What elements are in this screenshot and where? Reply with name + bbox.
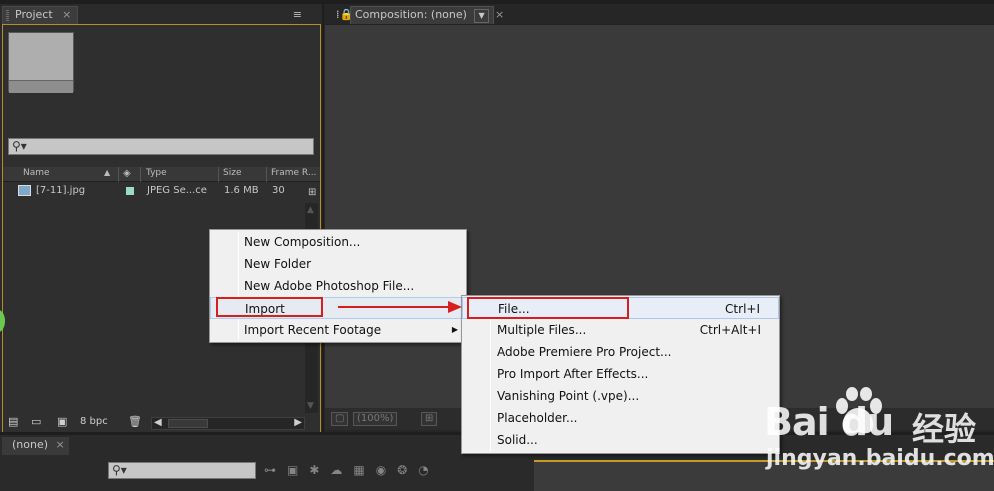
menu-item-import-recent-footage[interactable]: Import Recent Footage ▶ [210, 319, 466, 341]
timeline-tab-label: (none) [12, 438, 49, 451]
shy-icon[interactable]: ☁ [330, 463, 353, 477]
project-bottom-bar: ▤ ▭ ▣ 8 bpc 🗑 ◀ ▶ [3, 414, 320, 432]
project-search-input[interactable]: ⚲▾ [8, 138, 314, 155]
project-tab-label: Project [15, 8, 53, 21]
scroll-up-icon[interactable]: ▲ [307, 205, 314, 215]
menu-item-label: Solid... [497, 433, 538, 447]
frame-blending-icon[interactable]: ▦ [353, 463, 375, 477]
scroll-down-icon[interactable]: ▼ [307, 401, 314, 411]
new-folder-icon[interactable]: ▭ [31, 415, 41, 428]
timeline-switches: ⊶▣✱☁▦◉❂◔ [264, 463, 440, 477]
chevron-down-icon[interactable]: ▼ [474, 9, 489, 23]
composition-mini-flowchart-icon[interactable]: ⊶ [264, 463, 287, 477]
image-file-icon [18, 185, 31, 196]
graph-editor-icon[interactable]: ◔ [418, 463, 439, 477]
file-frame-rate: 30 [272, 185, 285, 196]
file-type: JPEG Se...ce [147, 185, 207, 196]
menu-item-label: New Folder [244, 257, 312, 271]
sort-icon[interactable]: ▲ [104, 168, 110, 177]
menu-item-solid[interactable]: Solid... [462, 429, 779, 451]
column-frame-rate[interactable]: Frame R... [271, 168, 316, 178]
label-tag-icon[interactable]: ◈ [123, 168, 131, 179]
menu-item-vanishing-point[interactable]: Vanishing Point (.vpe)... [462, 385, 779, 407]
scroll-left-icon[interactable]: ◀ [154, 417, 162, 428]
close-icon[interactable]: × [62, 8, 71, 21]
project-column-header: Name ▲ ◈ Type Size Frame R... [3, 167, 320, 182]
panel-menu-icon[interactable]: ≡ [293, 8, 302, 21]
zoom-select[interactable]: (100%) [353, 412, 398, 426]
footage-thumbnail [8, 32, 74, 93]
menu-item-new-photoshop-file[interactable]: New Adobe Photoshop File... [210, 275, 466, 297]
search-icon: ⚲▾ [12, 139, 27, 153]
motion-blur-icon[interactable]: ◉ [376, 463, 397, 477]
menu-item-multiple-files[interactable]: Multiple Files... Ctrl+Alt+I [462, 319, 779, 341]
menu-item-label: Multiple Files... [497, 323, 587, 337]
project-tab[interactable]: Project × [2, 6, 79, 24]
timeline-tab[interactable]: (none) × [2, 437, 69, 455]
scroll-thumb[interactable] [168, 419, 208, 428]
menu-item-new-folder[interactable]: New Folder [210, 253, 466, 275]
annotation-arrow-head [448, 301, 462, 313]
brainstorm-icon[interactable]: ❂ [397, 463, 418, 477]
interpret-footage-icon[interactable]: ▤ [8, 415, 18, 428]
menu-item-new-composition[interactable]: New Composition... [210, 231, 466, 253]
annotation-arrow-line [338, 306, 456, 308]
menu-item-label: Placeholder... [497, 411, 578, 425]
annotation-box-import [216, 297, 323, 317]
column-type[interactable]: Type [146, 168, 167, 178]
composition-tab-label: Composition: (none) [355, 8, 467, 21]
flowchart-icon[interactable]: ⊞ [308, 187, 316, 198]
scroll-right-icon[interactable]: ▶ [294, 417, 302, 428]
menu-item-label: New Composition... [244, 235, 361, 249]
composition-tab[interactable]: Composition: (none) ▼ [350, 6, 494, 24]
grip-icon[interactable] [6, 10, 9, 21]
submenu-arrow-icon: ▶ [451, 325, 458, 334]
project-panel: Project × ≡ ⚲▾ Name ▲ ◈ Type Size Frame … [0, 4, 322, 432]
label-color-swatch[interactable] [126, 187, 134, 195]
column-size[interactable]: Size [223, 168, 241, 178]
timeline-track-area[interactable] [534, 460, 994, 491]
new-composition-icon[interactable]: ▣ [57, 415, 67, 428]
menu-item-premiere-pro-project[interactable]: Adobe Premiere Pro Project... [462, 341, 779, 363]
close-icon[interactable]: × [495, 8, 504, 21]
project-body: ⚲▾ Name ▲ ◈ Type Size Frame R... [7-11].… [2, 24, 321, 432]
file-name: [7-11].jpg [36, 185, 86, 196]
table-row[interactable]: [7-11].jpg JPEG Se...ce 1.6 MB 30 [3, 183, 303, 199]
context-menu: New Composition... New Folder New Adobe … [209, 229, 467, 343]
search-icon: ⚲▾ [112, 463, 127, 477]
horizontal-scrollbar[interactable]: ◀ ▶ [151, 417, 305, 430]
menu-item-label: Import Recent Footage [244, 323, 382, 337]
live-update-icon[interactable]: ▣ [287, 463, 309, 477]
menu-item-label: Adobe Premiere Pro Project... [497, 345, 672, 359]
column-name[interactable]: Name [23, 168, 50, 178]
menu-item-placeholder[interactable]: Placeholder... [462, 407, 779, 429]
snapshot-icon[interactable]: ▢ [331, 412, 349, 426]
close-icon[interactable]: × [56, 438, 65, 451]
menu-item-label: Vanishing Point (.vpe)... [497, 389, 640, 403]
draft-3d-icon[interactable]: ✱ [309, 463, 330, 477]
file-size: 1.6 MB [224, 185, 259, 196]
timeline-search-input[interactable]: ⚲▾ [108, 462, 256, 479]
trash-icon[interactable]: 🗑 [128, 415, 142, 428]
menu-item-shortcut: Ctrl+I [725, 302, 760, 316]
bpc-label[interactable]: 8 bpc [80, 416, 108, 427]
project-tabbar: Project × ≡ [0, 4, 322, 24]
grid-icon[interactable]: ⊞ [421, 412, 438, 426]
menu-item-pro-import-after-effects[interactable]: Pro Import After Effects... [462, 363, 779, 385]
annotation-box-file [467, 297, 629, 319]
menu-item-label: New Adobe Photoshop File... [244, 279, 415, 293]
menu-item-label: Pro Import After Effects... [497, 367, 649, 381]
menu-item-shortcut: Ctrl+Alt+I [699, 323, 761, 337]
